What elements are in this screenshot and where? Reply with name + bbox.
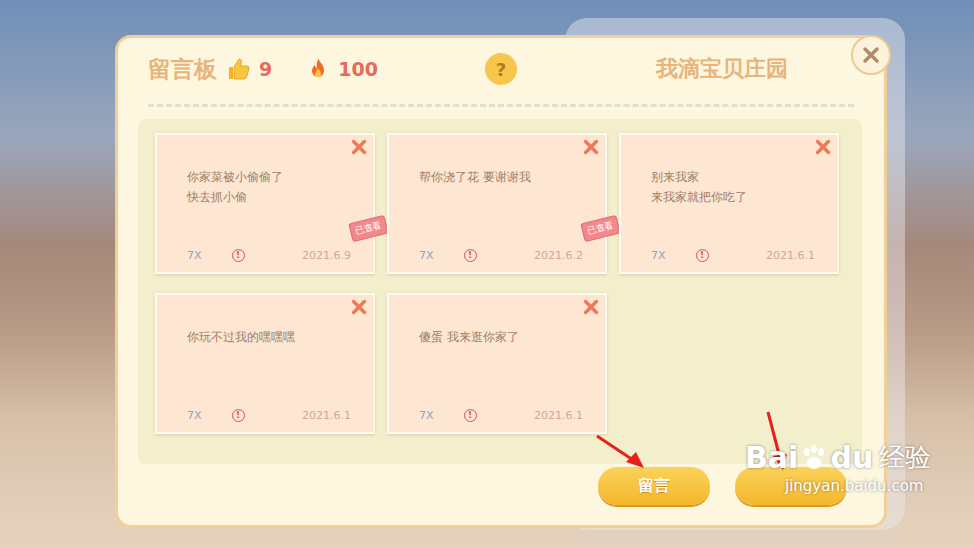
board-title: 留言板 [148, 54, 217, 85]
message-author: 7X [187, 249, 202, 262]
message-author: 7X [187, 409, 202, 422]
message-author: 7X [419, 409, 434, 422]
message-card: 你家菜被小偷偷了快去抓小偷7X!2021.6.9已查看 [155, 133, 375, 274]
report-icon[interactable]: ! [696, 249, 709, 262]
message-area: 你家菜被小偷偷了快去抓小偷 7X! 2021.6.9 已查看 帮你浇了花 要谢谢我 7X!… [138, 119, 862, 464]
board-header: 留言板 9 100? 我滴宝贝庄园 [118, 38, 884, 100]
delete-icon[interactable] [582, 298, 600, 316]
report-icon[interactable]: ! [464, 409, 477, 422]
delete-icon[interactable] [350, 298, 368, 316]
message-date: 2021.6.1 [302, 409, 351, 422]
message-card: 傻蛋 我来逛你家了 7X! 2021.6.1 [387, 293, 607, 434]
help-button[interactable]: ? [485, 53, 517, 85]
report-icon[interactable]: ! [232, 249, 245, 262]
message-card: 帮你浇了花 要谢谢我7X!2021.6.2已查看 [387, 133, 607, 274]
message-footer: 7X! 2021.6.9 [187, 249, 351, 262]
game-screen: 留言板 9 100? 我滴宝贝庄园你家菜被小偷偷了快去抓小偷 7X! 2021.6.9 已查… [0, 0, 974, 548]
likes-count: 9 [259, 58, 272, 80]
report-icon[interactable]: ! [232, 409, 245, 422]
delete-icon[interactable] [814, 138, 832, 156]
message-text: 别来我家来我家就把你吃了 [651, 167, 815, 207]
message-footer: 7X! 2021.6.1 [419, 409, 583, 422]
message-text: 你玩不过我的嘿嘿嘿 [187, 327, 351, 347]
thumbs-up-icon [227, 57, 251, 81]
close-icon[interactable] [861, 45, 881, 65]
annotation-arrows [0, 0, 974, 548]
watermark-url: jingyan.baidu.com [745, 477, 931, 495]
viewed-badge: 已查看 [580, 215, 620, 242]
message-card: 别来我家来我家就把你吃了 7X! 2021.6.1 [619, 133, 839, 274]
message-date: 2021.6.1 [534, 409, 583, 422]
message-date: 2021.6.1 [766, 249, 815, 262]
watermark: Baidu经验 jingyan.baidu.com [745, 440, 931, 495]
action-button[interactable]: 留言 [598, 467, 710, 505]
delete-icon[interactable] [582, 138, 600, 156]
report-icon[interactable]: ! [464, 249, 477, 262]
message-text: 帮你浇了花 要谢谢我 [419, 167, 583, 187]
watermark-suffix: 经验 [879, 440, 931, 475]
message-date: 2021.6.9 [302, 249, 351, 262]
close-button[interactable] [851, 35, 891, 75]
message-footer: 7X! 2021.6.2 [419, 249, 583, 262]
message-date: 2021.6.2 [534, 249, 583, 262]
delete-icon[interactable] [350, 138, 368, 156]
message-text: 傻蛋 我来逛你家了 [419, 327, 583, 347]
message-card: 你玩不过我的嘿嘿嘿 7X! 2021.6.1 [155, 293, 375, 434]
watermark-brand-end: du [830, 440, 873, 475]
message-author: 7X [419, 249, 434, 262]
viewed-badge: 已查看 [348, 215, 388, 242]
watermark-brand: Bai [745, 440, 798, 475]
message-text: 你家菜被小偷偷了快去抓小偷 [187, 167, 351, 207]
farm-name: 我滴宝贝庄园 [656, 54, 788, 84]
header-divider [148, 104, 854, 107]
fire-icon [306, 57, 330, 81]
message-footer: 7X! 2021.6.1 [187, 409, 351, 422]
message-footer: 7X! 2021.6.1 [651, 249, 815, 262]
heat-count: 100 [338, 58, 378, 80]
paw-icon [799, 443, 829, 473]
message-author: 7X [651, 249, 666, 262]
